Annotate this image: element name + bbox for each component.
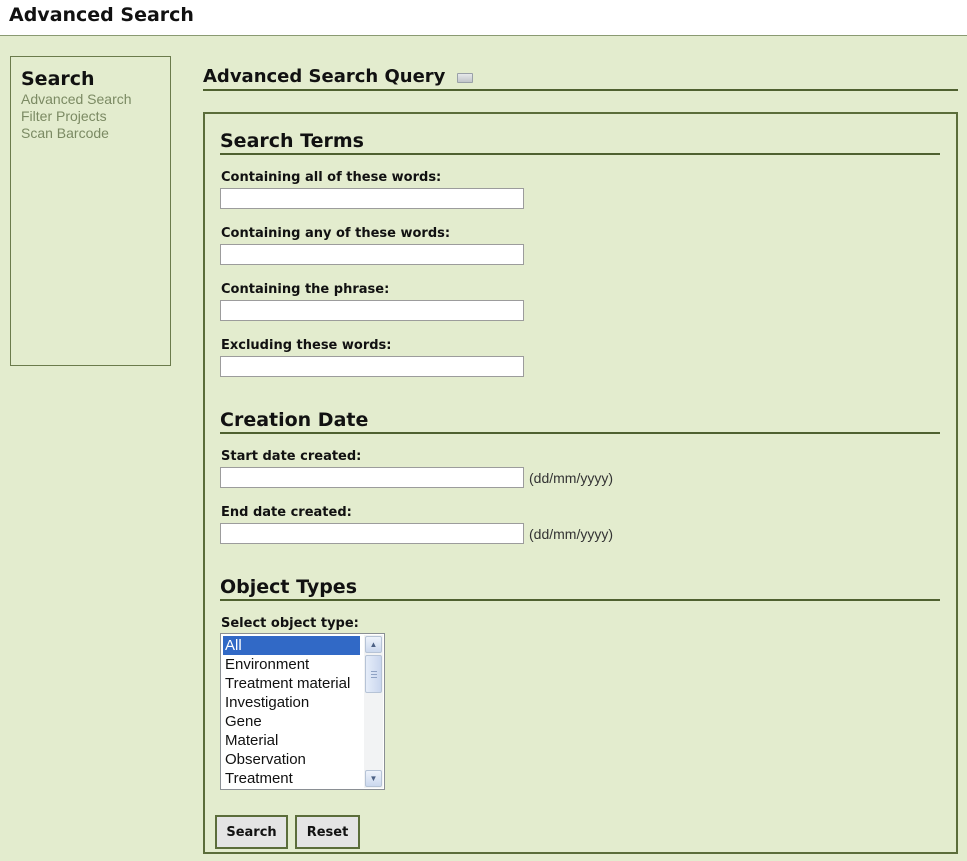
sidebar-title: Search xyxy=(21,68,95,90)
sidebar-links: Advanced Search Filter Projects Scan Bar… xyxy=(21,91,132,142)
grip-line xyxy=(371,674,377,675)
end-date-input[interactable] xyxy=(220,523,524,544)
list-option-environment[interactable]: Environment xyxy=(223,655,360,674)
list-option-gene[interactable]: Gene xyxy=(223,712,360,731)
grip-line xyxy=(371,677,377,678)
section-title-search-terms: Search Terms xyxy=(220,129,940,155)
excluding-words-input[interactable] xyxy=(220,356,524,377)
end-date-label: End date created: xyxy=(221,505,352,520)
heading-divider xyxy=(203,89,958,91)
grip-line xyxy=(371,671,377,672)
scroll-up-icon[interactable]: ▲ xyxy=(365,636,382,653)
list-option-observation[interactable]: Observation xyxy=(223,750,360,769)
list-option-material[interactable]: Material xyxy=(223,731,360,750)
excluding-words-label: Excluding these words: xyxy=(221,338,392,353)
list-option-all[interactable]: All xyxy=(223,636,360,655)
listbox-scrollbar[interactable]: ▲ ▼ xyxy=(364,635,383,788)
page-title-text: Advanced Search Query xyxy=(203,66,446,87)
sidebar-link-advanced-search[interactable]: Advanced Search xyxy=(21,91,132,108)
start-date-input[interactable] xyxy=(220,467,524,488)
phrase-input[interactable] xyxy=(220,300,524,321)
search-form: Search Terms Containing all of these wor… xyxy=(203,112,958,854)
scroll-down-icon[interactable]: ▼ xyxy=(365,770,382,787)
page-title: Advanced Search Query xyxy=(203,66,474,87)
section-title-creation-date: Creation Date xyxy=(220,408,940,434)
search-button[interactable]: Search xyxy=(215,815,288,849)
list-option-treatment-material[interactable]: Treatment material xyxy=(223,674,360,693)
sidebar-link-filter-projects[interactable]: Filter Projects xyxy=(21,108,132,125)
edit-icon[interactable] xyxy=(457,72,474,83)
any-words-label: Containing any of these words: xyxy=(221,226,451,241)
sidebar-link-scan-barcode[interactable]: Scan Barcode xyxy=(21,125,132,142)
object-type-label: Select object type: xyxy=(221,616,359,631)
any-words-input[interactable] xyxy=(220,244,524,265)
all-words-label: Containing all of these words: xyxy=(221,170,442,185)
all-words-input[interactable] xyxy=(220,188,524,209)
end-date-format-hint: (dd/mm/yyyy) xyxy=(529,526,613,542)
list-option-treatment[interactable]: Treatment xyxy=(223,769,360,788)
scroll-thumb[interactable] xyxy=(365,655,382,693)
object-type-listbox[interactable]: All Environment Treatment material Inves… xyxy=(220,633,385,790)
section-title-object-types: Object Types xyxy=(220,575,940,601)
list-option-investigation[interactable]: Investigation xyxy=(223,693,360,712)
phrase-label: Containing the phrase: xyxy=(221,282,390,297)
reset-button[interactable]: Reset xyxy=(295,815,360,849)
start-date-label: Start date created: xyxy=(221,449,362,464)
sidebar: Search Advanced Search Filter Projects S… xyxy=(10,56,171,366)
app-title: Advanced Search xyxy=(9,4,194,26)
top-bar: Advanced Search xyxy=(0,0,967,36)
start-date-format-hint: (dd/mm/yyyy) xyxy=(529,470,613,486)
